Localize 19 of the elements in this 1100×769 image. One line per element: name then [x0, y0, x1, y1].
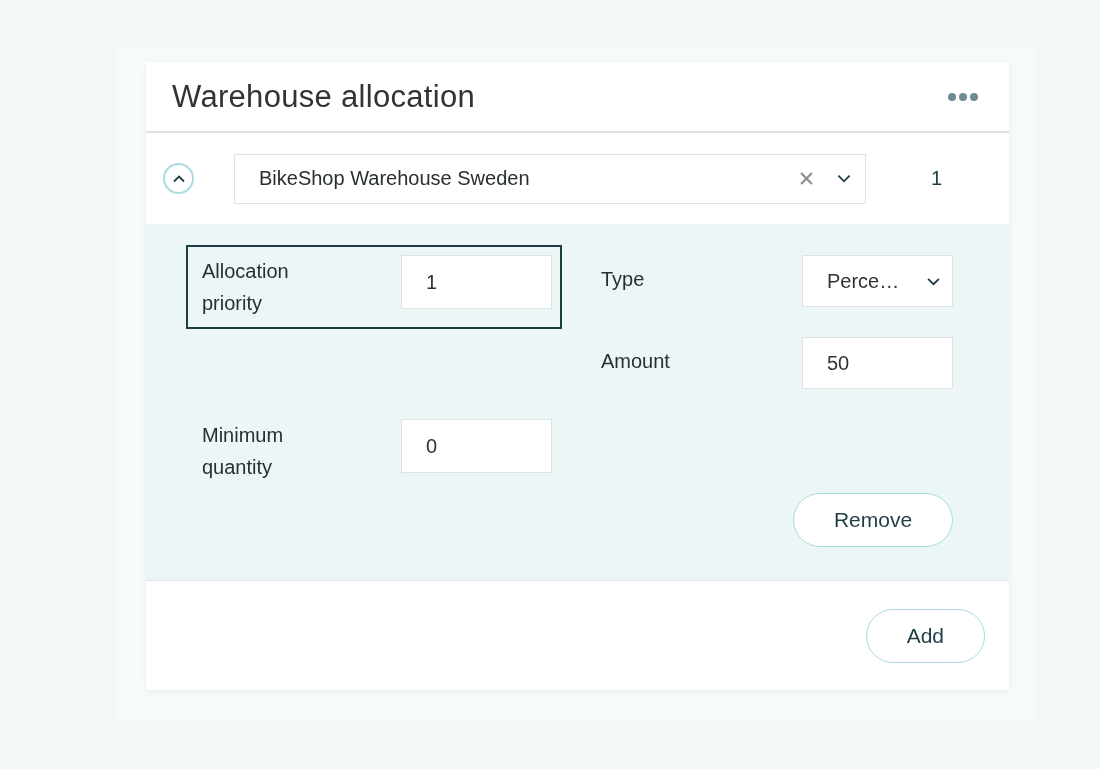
field-label: Amount — [601, 349, 671, 374]
add-button[interactable]: Add — [865, 608, 985, 663]
input-field[interactable]: 1 — [401, 255, 552, 309]
dropdown-field[interactable]: Perce… — [802, 255, 953, 307]
collapse-toggle-button[interactable] — [163, 163, 194, 194]
chevron-up-icon — [172, 174, 185, 183]
warehouse-dropdown[interactable]: BikeShop Warehouse Sweden — [234, 153, 866, 204]
clear-icon[interactable] — [800, 172, 813, 185]
more-options-icon[interactable] — [947, 91, 979, 102]
field-label: Allocation priority — [202, 259, 290, 316]
input-field[interactable]: 50 — [802, 337, 953, 389]
field-label: Minimum quantity — [202, 423, 285, 480]
chevron-down-icon — [837, 174, 851, 183]
field-label: Type — [601, 267, 646, 292]
remove-button[interactable]: Remove — [793, 493, 953, 547]
chevron-down-icon — [927, 276, 940, 286]
card-title: Warehouse allocation — [172, 78, 475, 115]
input-field[interactable]: 0 — [401, 419, 552, 473]
priority-number: 1 — [931, 167, 943, 190]
